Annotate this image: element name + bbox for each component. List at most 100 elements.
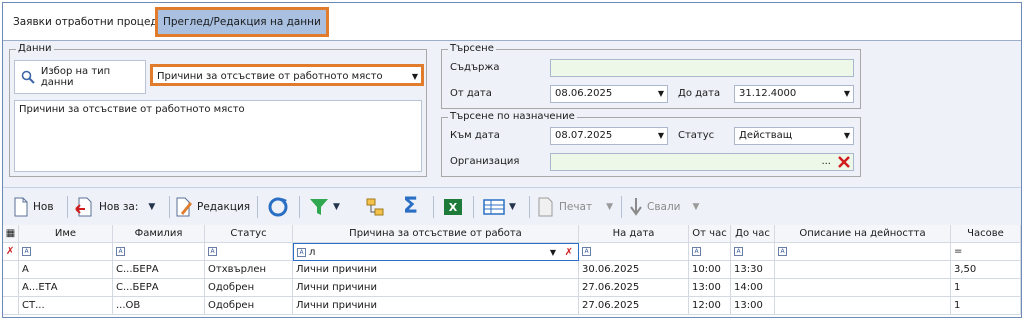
col-header-name[interactable]: Име [19, 225, 113, 243]
new-for-icon [75, 197, 92, 217]
refresh-button[interactable] [267, 193, 289, 221]
filter-description[interactable]: A [775, 243, 951, 261]
filter-from-hour[interactable]: A [689, 243, 731, 261]
cell-reason[interactable]: Лични причини [293, 297, 579, 315]
filter-status[interactable]: A [205, 243, 293, 261]
chevron-down-icon[interactable]: ▼ [148, 202, 155, 212]
sum-button[interactable]: Σ [403, 193, 418, 221]
cell-surname[interactable]: С...БЕРА [113, 279, 205, 297]
cell-description[interactable] [775, 297, 951, 315]
cell-name[interactable]: СТ... [19, 297, 113, 315]
col-header-to-hour[interactable]: До час [731, 225, 775, 243]
print-icon [538, 197, 553, 217]
status-select[interactable]: Действащ ▼ [734, 127, 854, 145]
type-description: Причини за отсъствие от работното място [14, 100, 422, 172]
col-header-reason[interactable]: Причина за отсъствие от работа [293, 225, 579, 243]
cell-status[interactable]: Одобрен [205, 297, 293, 315]
cell-hours[interactable]: 1 [951, 279, 1021, 297]
filter-surname[interactable]: A [113, 243, 205, 261]
chevron-down-icon: ▼ [843, 89, 850, 98]
filter-reason[interactable]: Aл ▼ ✗ [293, 243, 579, 261]
tab-view-edit[interactable]: Преглед/Редакция на данни [155, 7, 329, 37]
organization-label: Организация [450, 156, 520, 167]
filter-name[interactable]: A [19, 243, 113, 261]
filter-to-hour[interactable]: A [731, 243, 775, 261]
cell-surname[interactable]: С...БЕРА [113, 261, 205, 279]
assignment-group-title: Търсене по назначение [448, 111, 577, 122]
to-date-picker[interactable]: 31.12.4000 ▼ [734, 85, 854, 103]
col-header-surname[interactable]: Фамилия [113, 225, 205, 243]
filter-date[interactable]: A [579, 243, 689, 261]
cell-reason[interactable]: Лични причини [293, 279, 579, 297]
cell-description[interactable] [775, 261, 951, 279]
new-button[interactable]: Нов [13, 193, 54, 221]
excel-icon: X [444, 199, 462, 215]
cell-name[interactable]: А...ЕТА [19, 279, 113, 297]
choose-type-label: Избор на тип данни [40, 66, 111, 88]
cell-from-hour[interactable]: 10:00 [689, 261, 731, 279]
chevron-down-icon[interactable]: ▼ [333, 202, 340, 212]
filter-icon [310, 199, 328, 215]
cell-date[interactable]: 27.06.2025 [579, 297, 689, 315]
to-date-assign-label: Към дата [450, 130, 500, 141]
cell-to-hour[interactable]: 13:00 [731, 297, 775, 315]
filter-hours[interactable]: = [951, 243, 1021, 261]
cell-status[interactable]: Отхвърлен [205, 261, 293, 279]
group-button[interactable] [365, 193, 385, 221]
cell-date[interactable]: 30.06.2025 [579, 261, 689, 279]
chevron-down-icon[interactable]: ▼ [693, 202, 700, 212]
cell-to-hour[interactable]: 13:30 [731, 261, 775, 279]
contains-input[interactable] [550, 59, 854, 77]
download-button[interactable]: Свали ▼ [629, 193, 699, 221]
toolbar-separator [473, 196, 474, 218]
cell-from-hour[interactable]: 13:00 [689, 279, 731, 297]
toolbar-separator [67, 196, 68, 218]
from-date-picker[interactable]: 08.06.2025 ▼ [550, 85, 668, 103]
choose-type-button[interactable]: Избор на тип данни [14, 60, 146, 94]
new-for-button[interactable]: Нов за: ▼ [75, 193, 155, 221]
cell-status[interactable]: Одобрен [205, 279, 293, 297]
main-window: Заявки отработни процедури Преглед/Редак… [2, 2, 1022, 318]
chevron-down-icon[interactable]: ▼ [606, 202, 613, 212]
cell-to-hour[interactable]: 14:00 [731, 279, 775, 297]
chevron-down-icon[interactable]: ▼ [509, 202, 516, 212]
data-group-title: Данни [16, 43, 54, 54]
type-description-text: Причини за отсъствие от работното място [19, 104, 245, 115]
col-header-status[interactable]: Статус [205, 225, 293, 243]
cell-description[interactable] [775, 279, 951, 297]
from-date-label: От дата [450, 88, 492, 99]
cell-hours[interactable]: 3,50 [951, 261, 1021, 279]
cell-name[interactable]: А [19, 261, 113, 279]
row-indicator[interactable] [3, 297, 19, 315]
cell-from-hour[interactable]: 12:00 [689, 297, 731, 315]
sigma-icon: Σ [403, 194, 419, 219]
data-type-select[interactable]: Причини за отсъствие от работното място … [150, 64, 424, 86]
assignment-group: Търсене по назначение Към дата 08.07.202… [441, 111, 861, 177]
col-header-date[interactable]: На дата [579, 225, 689, 243]
excel-export-button[interactable]: X [443, 193, 463, 221]
edit-button[interactable]: Редакция [175, 193, 250, 221]
organization-input[interactable]: ... [550, 153, 854, 171]
clear-icon[interactable] [837, 155, 851, 169]
filter-button[interactable]: ▼ [309, 193, 340, 221]
hierarchy-icon [366, 198, 384, 216]
clear-filter-icon[interactable]: ✗ [565, 244, 573, 260]
cell-surname[interactable]: ...ОВ [113, 297, 205, 315]
cell-date[interactable]: 27.06.2025 [579, 279, 689, 297]
print-button[interactable]: Печат ▼ [537, 193, 613, 221]
to-date-assign-picker[interactable]: 08.07.2025 ▼ [550, 127, 668, 145]
row-indicator[interactable] [3, 261, 19, 279]
columns-button[interactable]: ▼ [483, 193, 516, 221]
tab-bar: Заявки отработни процедури Преглед/Редак… [3, 3, 1021, 41]
cell-hours[interactable]: 1 [951, 297, 1021, 315]
cell-reason[interactable]: Лични причини [293, 261, 579, 279]
col-header-from-hour[interactable]: От час [689, 225, 731, 243]
row-indicator[interactable] [3, 279, 19, 297]
col-header-description[interactable]: Описание на дейността [775, 225, 951, 243]
chevron-down-icon[interactable]: ▼ [550, 244, 556, 260]
filter-text-icon: A [22, 246, 31, 256]
col-header-hours[interactable]: Часове [951, 225, 1021, 243]
pin-icon[interactable]: ✗ [3, 243, 19, 261]
column-chooser-icon[interactable]: ▦ [3, 225, 19, 243]
browse-button[interactable]: ... [821, 154, 831, 170]
